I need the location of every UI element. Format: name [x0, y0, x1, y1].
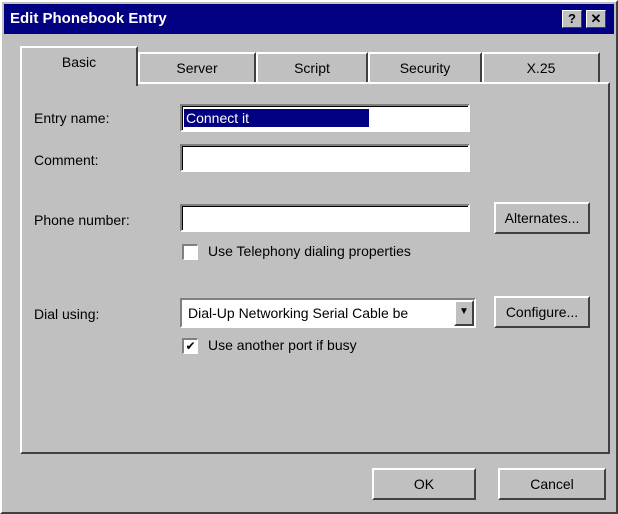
ok-button[interactable]: OK [372, 468, 476, 500]
dial-using-dropdown[interactable]: Dial-Up Networking Serial Cable be ▼ [180, 298, 476, 328]
title-bar[interactable]: Edit Phonebook Entry ? ✕ [4, 4, 614, 34]
entry-name-label: Entry name: [34, 110, 110, 126]
checkmark-icon: ✔ [185, 339, 196, 353]
comment-label: Comment: [34, 152, 99, 168]
dropdown-button[interactable]: ▼ [454, 300, 474, 326]
alternates-button[interactable]: Alternates... [494, 202, 590, 234]
tab-server[interactable]: Server [138, 52, 256, 84]
chevron-down-icon: ▼ [459, 306, 469, 317]
dial-using-value: Dial-Up Networking Serial Cable be [188, 305, 409, 321]
window-title: Edit Phonebook Entry [10, 10, 167, 27]
telephony-checkbox-label[interactable]: Use Telephony dialing properties [208, 243, 411, 259]
phone-number-label: Phone number: [34, 212, 130, 228]
close-icon: ✕ [590, 11, 602, 26]
close-button[interactable]: ✕ [586, 10, 606, 28]
tab-script[interactable]: Script [256, 52, 368, 84]
telephony-checkbox[interactable] [182, 244, 198, 260]
tab-x25[interactable]: X.25 [482, 52, 600, 84]
tab-security[interactable]: Security [368, 52, 482, 84]
basic-tab-panel: Entry name: Connect it Comment: Phone nu… [20, 82, 610, 454]
cancel-button[interactable]: Cancel [498, 468, 606, 500]
comment-field[interactable] [180, 144, 470, 172]
tab-strip: Basic Server Script Security X.25 [20, 46, 602, 86]
tab-basic[interactable]: Basic [20, 46, 138, 86]
help-icon: ? [568, 11, 576, 26]
help-button[interactable]: ? [562, 10, 582, 28]
entry-name-field[interactable]: Connect it [180, 104, 470, 132]
phone-number-field[interactable] [180, 204, 470, 232]
another-port-checkbox[interactable]: ✔ [182, 338, 198, 354]
another-port-checkbox-label[interactable]: Use another port if busy [208, 337, 357, 353]
dialog-window: Edit Phonebook Entry ? ✕ Basic Server Sc… [0, 0, 618, 514]
dial-using-label: Dial using: [34, 306, 100, 322]
entry-name-value: Connect it [184, 109, 369, 127]
configure-button[interactable]: Configure... [494, 296, 590, 328]
